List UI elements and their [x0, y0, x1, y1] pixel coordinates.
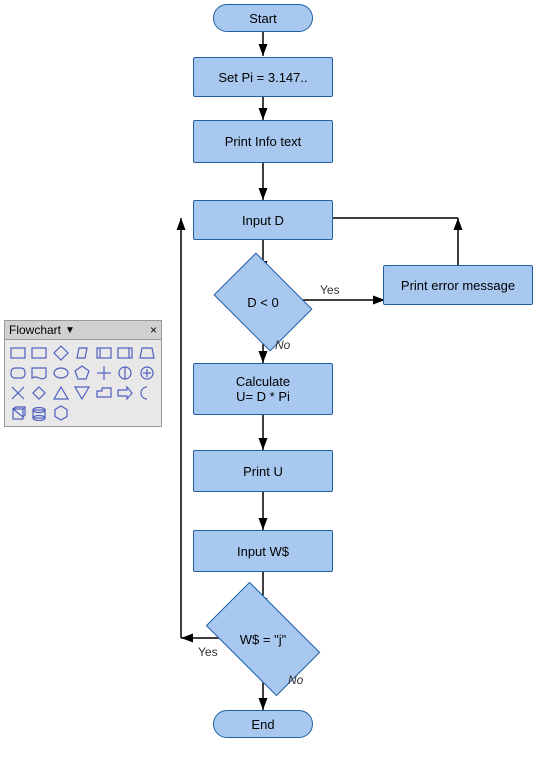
input-d-label: Input D [242, 213, 284, 228]
shape-cross[interactable] [95, 364, 113, 382]
shape-rect[interactable] [9, 344, 27, 362]
start-label: Start [249, 11, 276, 26]
shape-rect2[interactable] [30, 344, 48, 362]
d-lt-0-node[interactable]: D < 0 [223, 272, 303, 332]
shape-parallelogram[interactable] [73, 344, 91, 362]
panel-close-button[interactable]: × [150, 323, 157, 337]
print-error-node[interactable]: Print error message [383, 265, 533, 305]
input-w-label: Input W$ [237, 544, 289, 559]
shape-arrow-right[interactable] [116, 384, 134, 402]
yes2-label: Yes [198, 645, 218, 659]
no1-label: No [275, 338, 290, 352]
shape-triangle[interactable] [52, 384, 70, 402]
shape-step[interactable] [95, 384, 113, 402]
start-node[interactable]: Start [213, 4, 313, 32]
end-label: End [251, 717, 274, 732]
d-lt-0-label: D < 0 [247, 295, 278, 310]
flowchart-panel: Flowchart ▼ × [4, 320, 162, 427]
shape-pentagon[interactable] [73, 364, 91, 382]
calculate-label: Calculate U= D * Pi [236, 374, 290, 404]
shape-rect4[interactable] [116, 344, 134, 362]
yes1-label: Yes [320, 283, 340, 297]
no2-label: No [288, 673, 303, 687]
w-eq-j-label: W$ = "j" [240, 632, 286, 647]
print-info-label: Print Info text [225, 134, 302, 149]
end-node[interactable]: End [213, 710, 313, 738]
w-eq-j-node[interactable]: W$ = "j" [213, 608, 313, 670]
shape-circle[interactable] [116, 364, 134, 382]
shape-cylinder[interactable] [30, 404, 48, 422]
shape-rect3[interactable] [95, 344, 113, 362]
shape-cube[interactable] [9, 404, 27, 422]
shape-diamond[interactable] [52, 344, 70, 362]
print-u-node[interactable]: Print U [193, 450, 333, 492]
shape-plus-circle[interactable] [138, 364, 156, 382]
shape-doc[interactable] [30, 364, 48, 382]
calculate-node[interactable]: Calculate U= D * Pi [193, 363, 333, 415]
shape-moon[interactable] [138, 384, 156, 402]
print-u-label: Print U [243, 464, 283, 479]
panel-header: Flowchart ▼ × [5, 321, 161, 340]
panel-shapes-grid [5, 340, 161, 426]
shape-diamond2[interactable] [30, 384, 48, 402]
shape-oval[interactable] [52, 364, 70, 382]
shape-down-triangle[interactable] [73, 384, 91, 402]
print-info-node[interactable]: Print Info text [193, 120, 333, 163]
shape-trapezoid[interactable] [138, 344, 156, 362]
print-error-label: Print error message [401, 278, 515, 293]
shape-rounded[interactable] [9, 364, 27, 382]
set-pi-node[interactable]: Set Pi = 3.147.. [193, 57, 333, 97]
panel-title: Flowchart [9, 323, 61, 337]
input-d-node[interactable]: Input D [193, 200, 333, 240]
shape-x[interactable] [9, 384, 27, 402]
shape-hexagon[interactable] [52, 404, 70, 422]
input-w-node[interactable]: Input W$ [193, 530, 333, 572]
panel-dropdown-arrow[interactable]: ▼ [65, 325, 75, 336]
set-pi-label: Set Pi = 3.147.. [218, 70, 307, 85]
